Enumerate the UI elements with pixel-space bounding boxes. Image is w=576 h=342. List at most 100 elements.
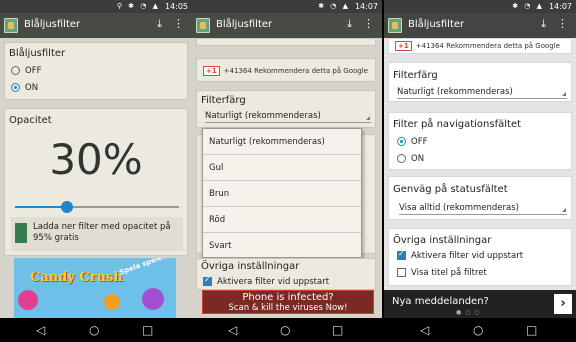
filter-color-title: Filterfärg bbox=[201, 95, 246, 106]
show-title-option[interactable]: Visa titel på filtret bbox=[397, 268, 487, 278]
filter-color-title: Filterfärg bbox=[393, 70, 438, 81]
recents-icon[interactable]: □ bbox=[332, 323, 343, 337]
opacity-card: Opacitet 30% Ladda ner filter med opacit… bbox=[4, 108, 188, 256]
radio-off[interactable] bbox=[11, 66, 20, 75]
app-title: Blåljusfilter bbox=[24, 19, 81, 30]
radio-off[interactable] bbox=[397, 137, 406, 146]
opacity-slider-fill bbox=[15, 206, 68, 208]
app-title: Blåljusfilter bbox=[216, 19, 273, 30]
status-icons: ✱ ◔ ▲ bbox=[512, 2, 544, 10]
ad-line-1: Phone is infected? bbox=[242, 292, 334, 303]
other-settings-card: Övriga inställningar Aktivera filter vid… bbox=[388, 228, 572, 286]
nav-filter-on-option[interactable]: ON bbox=[397, 154, 424, 164]
status-time: 14:07 bbox=[548, 2, 572, 11]
back-icon[interactable]: ◁ bbox=[420, 323, 429, 337]
shortcut-select[interactable]: Visa alltid (rekommenderas) bbox=[399, 203, 567, 215]
filter-card: Blåljusfilter OFF ON bbox=[4, 42, 188, 100]
filter-color-dropdown: Naturligt (rekommenderas) Gul Brun Röd S… bbox=[202, 128, 362, 258]
opacity-slider-thumb[interactable] bbox=[61, 201, 74, 213]
app-logo-icon bbox=[4, 18, 18, 33]
radio-on[interactable] bbox=[11, 83, 20, 92]
screen-3: ✱ ◔ ▲ 14:07 Blåljusfilter ⤓ ⋮ +1 +41364 R… bbox=[384, 0, 576, 318]
page-dots: ● ○ ○ bbox=[456, 309, 481, 316]
filter-color-card: Filterfärg Naturligt (rekommenderas) bbox=[388, 62, 572, 102]
nav-filter-title: Filter på navigationsfältet bbox=[393, 119, 522, 130]
dropdown-option[interactable]: Gul bbox=[203, 155, 361, 181]
overflow-menu-icon[interactable]: ⋮ bbox=[557, 17, 568, 30]
home-icon[interactable]: ○ bbox=[473, 323, 483, 337]
app-bar: Blåljusfilter ⤓ ⋮ bbox=[192, 13, 382, 38]
app-bar: Blåljusfilter ⤓ ⋮ bbox=[0, 13, 192, 38]
gplus-button[interactable]: +1 bbox=[203, 66, 220, 76]
back-icon[interactable]: ◁ bbox=[36, 323, 45, 337]
upgrade-hint-text: Ladda ner filter med opacitet på 95% gra… bbox=[33, 222, 171, 243]
gplus-card: +1 +41364 Rekommendera detta på Google bbox=[196, 58, 376, 82]
chevron-right-icon[interactable]: › bbox=[554, 294, 572, 314]
recents-icon[interactable]: □ bbox=[526, 323, 537, 337]
recents-icon[interactable]: □ bbox=[142, 323, 153, 337]
filter-color-select[interactable]: Naturligt (rekommenderas) bbox=[205, 111, 371, 123]
app-logo-icon bbox=[388, 18, 402, 33]
candy-decoration bbox=[18, 290, 38, 310]
filter-color-card: Filterfärg Naturligt (rekommenderas) bbox=[196, 90, 376, 128]
candy-crush-ad[interactable]: Candy Crush Spela spelet! bbox=[14, 258, 176, 318]
home-icon[interactable]: ○ bbox=[89, 323, 99, 337]
nav-filter-off-option[interactable]: OFF bbox=[397, 137, 427, 147]
download-icon[interactable]: ⤓ bbox=[541, 17, 546, 31]
nav-bar: ◁ ○ □ bbox=[384, 318, 576, 342]
shortcut-title: Genväg på statusfältet bbox=[393, 184, 508, 195]
filter-off-option[interactable]: OFF bbox=[11, 66, 41, 76]
app-logo-icon bbox=[196, 18, 210, 33]
opacity-title: Opacitet bbox=[9, 115, 52, 126]
dropdown-option[interactable]: Svart bbox=[203, 233, 361, 259]
status-icons: ✱ ◔ ▲ bbox=[318, 2, 350, 10]
filter-on-option[interactable]: ON bbox=[11, 83, 38, 93]
autostart-checkbox[interactable] bbox=[397, 249, 406, 260]
ad-line-2: Scan & kill the viruses Now! bbox=[228, 303, 348, 313]
nav-bar: ◁ ○ □ bbox=[0, 318, 192, 342]
opacity-slider-track[interactable] bbox=[15, 201, 179, 213]
gplus-card: +1 +41364 Rekommendera detta på Google bbox=[388, 38, 572, 54]
status-bar: ✱ ◔ ▲ 14:07 bbox=[384, 0, 576, 13]
ad-banner: Spela spelet! bbox=[118, 258, 170, 277]
autostart-option[interactable]: Aktivera filter vid uppstart bbox=[203, 275, 329, 287]
status-icons: ⚲ ✱ ◔ ▲ bbox=[116, 2, 160, 10]
status-time: 14:07 bbox=[354, 2, 378, 11]
upgrade-hint[interactable]: Ladda ner filter med opacitet på 95% gra… bbox=[11, 217, 183, 251]
gplus-recommend[interactable]: +1 +41364 Rekommendera detta på Google bbox=[395, 41, 560, 51]
home-icon[interactable]: ○ bbox=[280, 323, 290, 337]
app-bar: Blåljusfilter ⤓ ⋮ bbox=[384, 13, 576, 38]
app-title: Blåljusfilter bbox=[408, 19, 465, 30]
gplus-button[interactable]: +1 bbox=[395, 41, 412, 51]
status-time: 14:05 bbox=[164, 2, 188, 11]
filter-color-select[interactable]: Naturligt (rekommenderas) bbox=[397, 87, 567, 99]
overflow-menu-icon[interactable]: ⋮ bbox=[363, 17, 374, 30]
opacity-value: 30% bbox=[49, 135, 143, 184]
ad-title: Candy Crush bbox=[30, 270, 123, 285]
gplus-recommend[interactable]: +1 +41364 Rekommendera detta på Google bbox=[203, 66, 368, 76]
dropdown-option[interactable]: Naturligt (rekommenderas) bbox=[203, 129, 361, 155]
dropdown-option[interactable]: Brun bbox=[203, 181, 361, 207]
candy-decoration bbox=[104, 294, 120, 310]
news-banner[interactable]: Nya meddelanden? › ● ○ ○ bbox=[384, 290, 576, 318]
nav-filter-card: Filter på navigationsfältet OFF ON bbox=[388, 112, 572, 170]
show-title-checkbox[interactable] bbox=[397, 268, 406, 277]
autostart-checkbox[interactable] bbox=[203, 275, 212, 286]
partial-card bbox=[196, 38, 376, 46]
autostart-option[interactable]: Aktivera filter vid uppstart bbox=[397, 249, 523, 261]
download-icon[interactable]: ⤓ bbox=[347, 17, 352, 31]
other-settings-card: Övriga inställningar Aktivera filter vid… bbox=[196, 258, 376, 290]
download-icon[interactable]: ⤓ bbox=[157, 17, 162, 31]
back-icon[interactable]: ◁ bbox=[228, 323, 237, 337]
nav-bar: ◁ ○ □ bbox=[192, 318, 382, 342]
status-bar: ✱ ◔ ▲ 14:07 bbox=[192, 0, 382, 13]
filter-title: Blåljusfilter bbox=[9, 48, 66, 59]
virus-ad-banner[interactable]: Phone is infected? Scan & kill the virus… bbox=[202, 290, 374, 314]
dropdown-option[interactable]: Röd bbox=[203, 207, 361, 233]
news-text: Nya meddelanden? bbox=[392, 296, 489, 307]
status-bar: ⚲ ✱ ◔ ▲ 14:05 bbox=[0, 0, 192, 13]
radio-on[interactable] bbox=[397, 154, 406, 163]
app-icon bbox=[15, 223, 27, 243]
other-settings-title: Övriga inställningar bbox=[201, 261, 300, 272]
overflow-menu-icon[interactable]: ⋮ bbox=[173, 17, 184, 30]
